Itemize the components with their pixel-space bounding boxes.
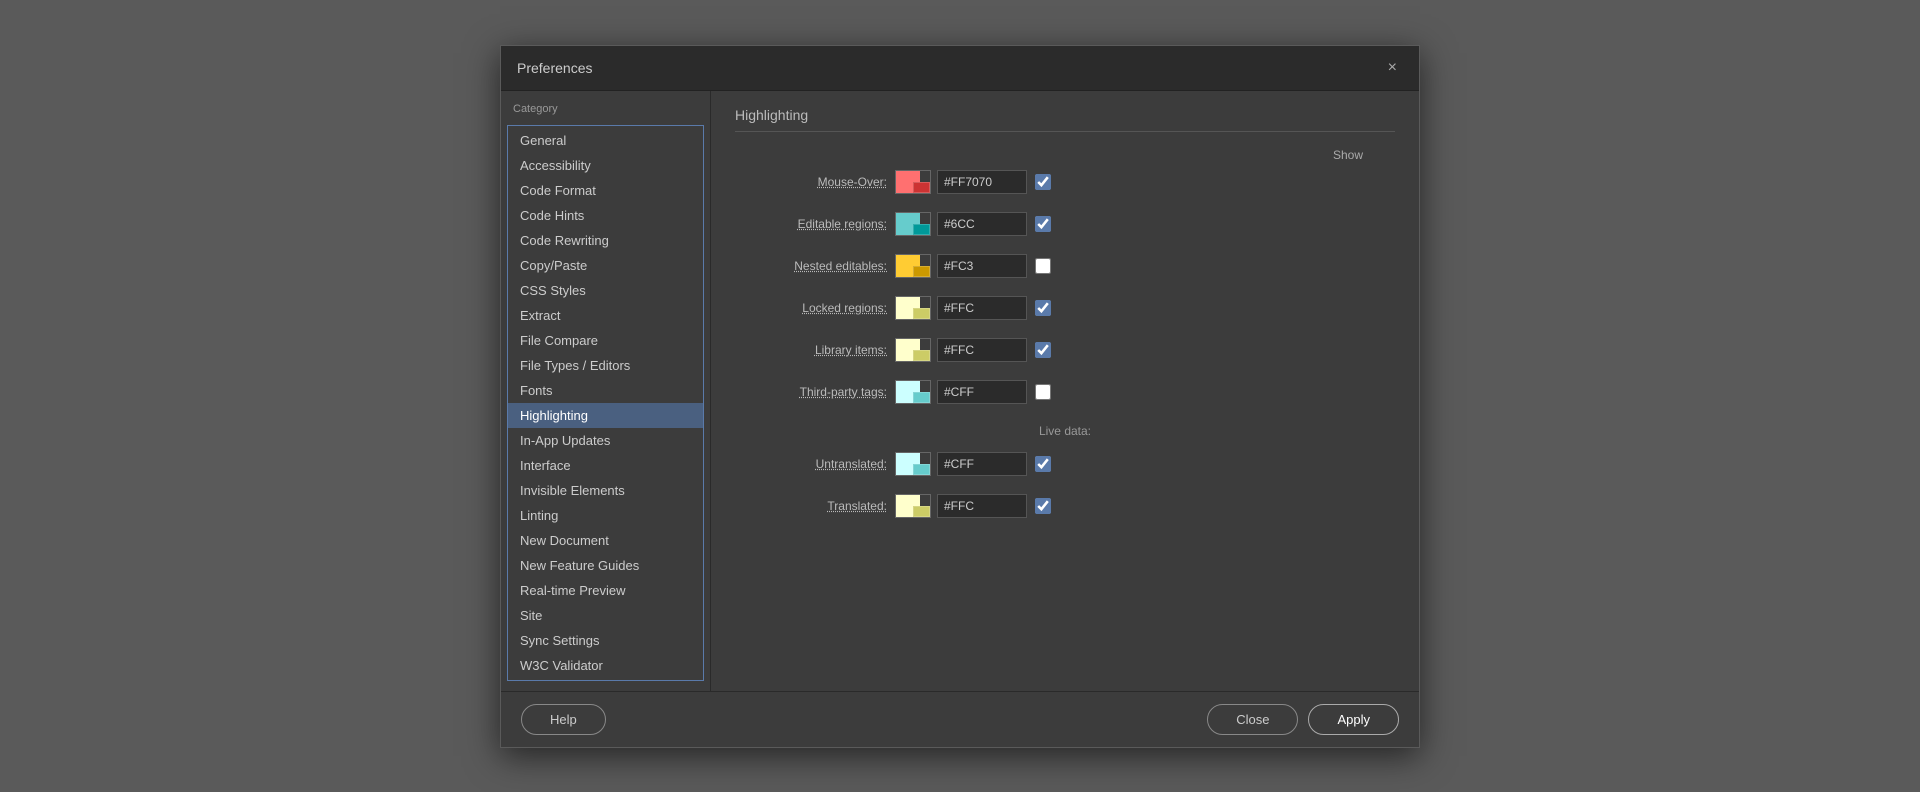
main-rows-container: Mouse-Over: Editable regions: Nested edita… [735, 166, 1395, 408]
sidebar-item-css-styles[interactable]: CSS Styles [508, 278, 703, 303]
sidebar-item-new-feature-guides[interactable]: New Feature Guides [508, 553, 703, 578]
close-button[interactable]: Close [1207, 704, 1298, 735]
main-input-5[interactable] [937, 380, 1027, 404]
live-data-label: Live data: [735, 424, 1395, 438]
main-row-3: Locked regions: [735, 292, 1395, 324]
sidebar: Category GeneralAccessibilityCode Format… [501, 91, 711, 691]
main-row-0: Mouse-Over: [735, 166, 1395, 198]
sidebar-item-site[interactable]: Site [508, 603, 703, 628]
live-swatch-1[interactable] [895, 494, 931, 518]
main-checkbox-2[interactable] [1035, 258, 1051, 274]
main-swatch-4[interactable] [895, 338, 931, 362]
sidebar-item-general[interactable]: General [508, 128, 703, 153]
main-row-4: Library items: [735, 334, 1395, 366]
sidebar-item-w3c-validator[interactable]: W3C Validator [508, 653, 703, 678]
main-row-1: Editable regions: [735, 208, 1395, 240]
content-area: Highlighting Show Mouse-Over: Editable re… [711, 91, 1419, 691]
sidebar-item-code-format[interactable]: Code Format [508, 178, 703, 203]
main-checkbox-3[interactable] [1035, 300, 1051, 316]
main-label-2: Nested editables: [735, 259, 895, 273]
sidebar-item-copy-paste[interactable]: Copy/Paste [508, 253, 703, 278]
main-label-1: Editable regions: [735, 217, 895, 231]
live-label-0: Untranslated: [735, 457, 895, 471]
live-rows-container: Untranslated: Translated: [735, 448, 1395, 522]
main-swatch-0[interactable] [895, 170, 931, 194]
main-swatch-5[interactable] [895, 380, 931, 404]
main-checkbox-0[interactable] [1035, 174, 1051, 190]
main-input-2[interactable] [937, 254, 1027, 278]
sidebar-item-file-types---editors[interactable]: File Types / Editors [508, 353, 703, 378]
sidebar-item-in-app-updates[interactable]: In-App Updates [508, 428, 703, 453]
main-label-3: Locked regions: [735, 301, 895, 315]
footer-left: Help [521, 704, 606, 735]
sidebar-header: Category [501, 99, 710, 123]
live-row-0: Untranslated: [735, 448, 1395, 480]
preferences-dialog: Preferences × Category GeneralAccessibil… [500, 45, 1420, 748]
sidebar-item-real-time-preview[interactable]: Real-time Preview [508, 578, 703, 603]
dialog-footer: Help Close Apply [501, 691, 1419, 747]
dialog-title: Preferences [517, 60, 592, 76]
show-label: Show [1333, 148, 1363, 162]
sidebar-item-linting[interactable]: Linting [508, 503, 703, 528]
main-label-4: Library items: [735, 343, 895, 357]
live-checkbox-1[interactable] [1035, 498, 1051, 514]
live-input-1[interactable] [937, 494, 1027, 518]
main-input-0[interactable] [937, 170, 1027, 194]
sidebar-item-new-document[interactable]: New Document [508, 528, 703, 553]
help-button[interactable]: Help [521, 704, 606, 735]
main-label-0: Mouse-Over: [735, 175, 895, 189]
main-swatch-2[interactable] [895, 254, 931, 278]
main-input-3[interactable] [937, 296, 1027, 320]
sidebar-item-accessibility[interactable]: Accessibility [508, 153, 703, 178]
live-input-0[interactable] [937, 452, 1027, 476]
main-checkbox-4[interactable] [1035, 342, 1051, 358]
live-label-1: Translated: [735, 499, 895, 513]
main-checkbox-1[interactable] [1035, 216, 1051, 232]
main-swatch-1[interactable] [895, 212, 931, 236]
show-row: Show [735, 148, 1395, 162]
footer-right: Close Apply [1207, 704, 1399, 735]
sidebar-item-code-hints[interactable]: Code Hints [508, 203, 703, 228]
content-header: Highlighting [735, 107, 1395, 132]
main-row-5: Third-party tags: [735, 376, 1395, 408]
sidebar-item-code-rewriting[interactable]: Code Rewriting [508, 228, 703, 253]
sidebar-item-invisible-elements[interactable]: Invisible Elements [508, 478, 703, 503]
sidebar-item-extract[interactable]: Extract [508, 303, 703, 328]
live-row-1: Translated: [735, 490, 1395, 522]
dialog-body: Category GeneralAccessibilityCode Format… [501, 91, 1419, 691]
main-input-4[interactable] [937, 338, 1027, 362]
main-label-5: Third-party tags: [735, 385, 895, 399]
sidebar-item-file-compare[interactable]: File Compare [508, 328, 703, 353]
sidebar-item-interface[interactable]: Interface [508, 453, 703, 478]
main-input-1[interactable] [937, 212, 1027, 236]
sidebar-item-highlighting[interactable]: Highlighting [508, 403, 703, 428]
title-close-button[interactable]: × [1382, 58, 1403, 78]
title-bar: Preferences × [501, 46, 1419, 91]
apply-button[interactable]: Apply [1308, 704, 1399, 735]
live-checkbox-0[interactable] [1035, 456, 1051, 472]
main-row-2: Nested editables: [735, 250, 1395, 282]
sidebar-item-sync-settings[interactable]: Sync Settings [508, 628, 703, 653]
sidebar-list: GeneralAccessibilityCode FormatCode Hint… [507, 125, 704, 681]
live-swatch-0[interactable] [895, 452, 931, 476]
main-checkbox-5[interactable] [1035, 384, 1051, 400]
main-swatch-3[interactable] [895, 296, 931, 320]
sidebar-item-fonts[interactable]: Fonts [508, 378, 703, 403]
